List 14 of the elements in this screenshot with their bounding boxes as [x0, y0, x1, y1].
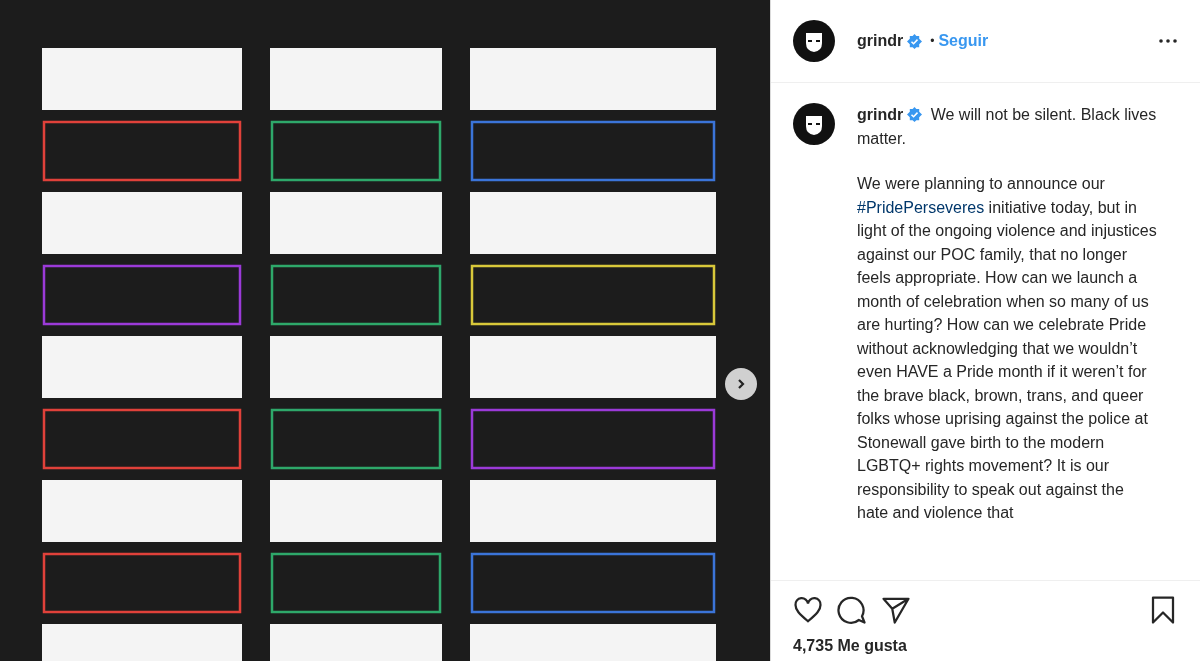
- caption-text: grindr We will not be silent. Black lives matter.: [857, 105, 1158, 149]
- separator-dot: •: [930, 34, 935, 48]
- more-options-icon[interactable]: [1158, 39, 1178, 43]
- avatar-icon[interactable]: [793, 20, 835, 62]
- username-link[interactable]: grindr: [857, 32, 904, 50]
- heart-icon[interactable]: [793, 595, 823, 625]
- send-icon[interactable]: [881, 595, 911, 625]
- comment-icon[interactable]: [837, 595, 867, 625]
- username-link[interactable]: grindr: [857, 106, 904, 123]
- chevron-right-icon: [736, 378, 746, 390]
- caption-text: We were planning to announce our #PridePerseveres initiative today, but in light of the ongoing violence and injustices against our POC family, that no longer feels appropriate. How can we launch a month of celebration when so many of us are hurting? How can we celebrate Pride without acknowledging that we wouldn’t even HAVE a Pride month if it weren’t for the brave black, brown, trans, and queer folks whose uprising against the police at Stonewall gave birth to the modern LGBTQ+ rights movement? It is our responsibility to speak out against the hate and violence that: [857, 174, 1158, 523]
- likes-count[interactable]: 4,735 Me gusta: [793, 637, 1178, 655]
- hashtag-link[interactable]: #PridePerseveres: [857, 198, 985, 216]
- avatar-icon[interactable]: [793, 103, 835, 145]
